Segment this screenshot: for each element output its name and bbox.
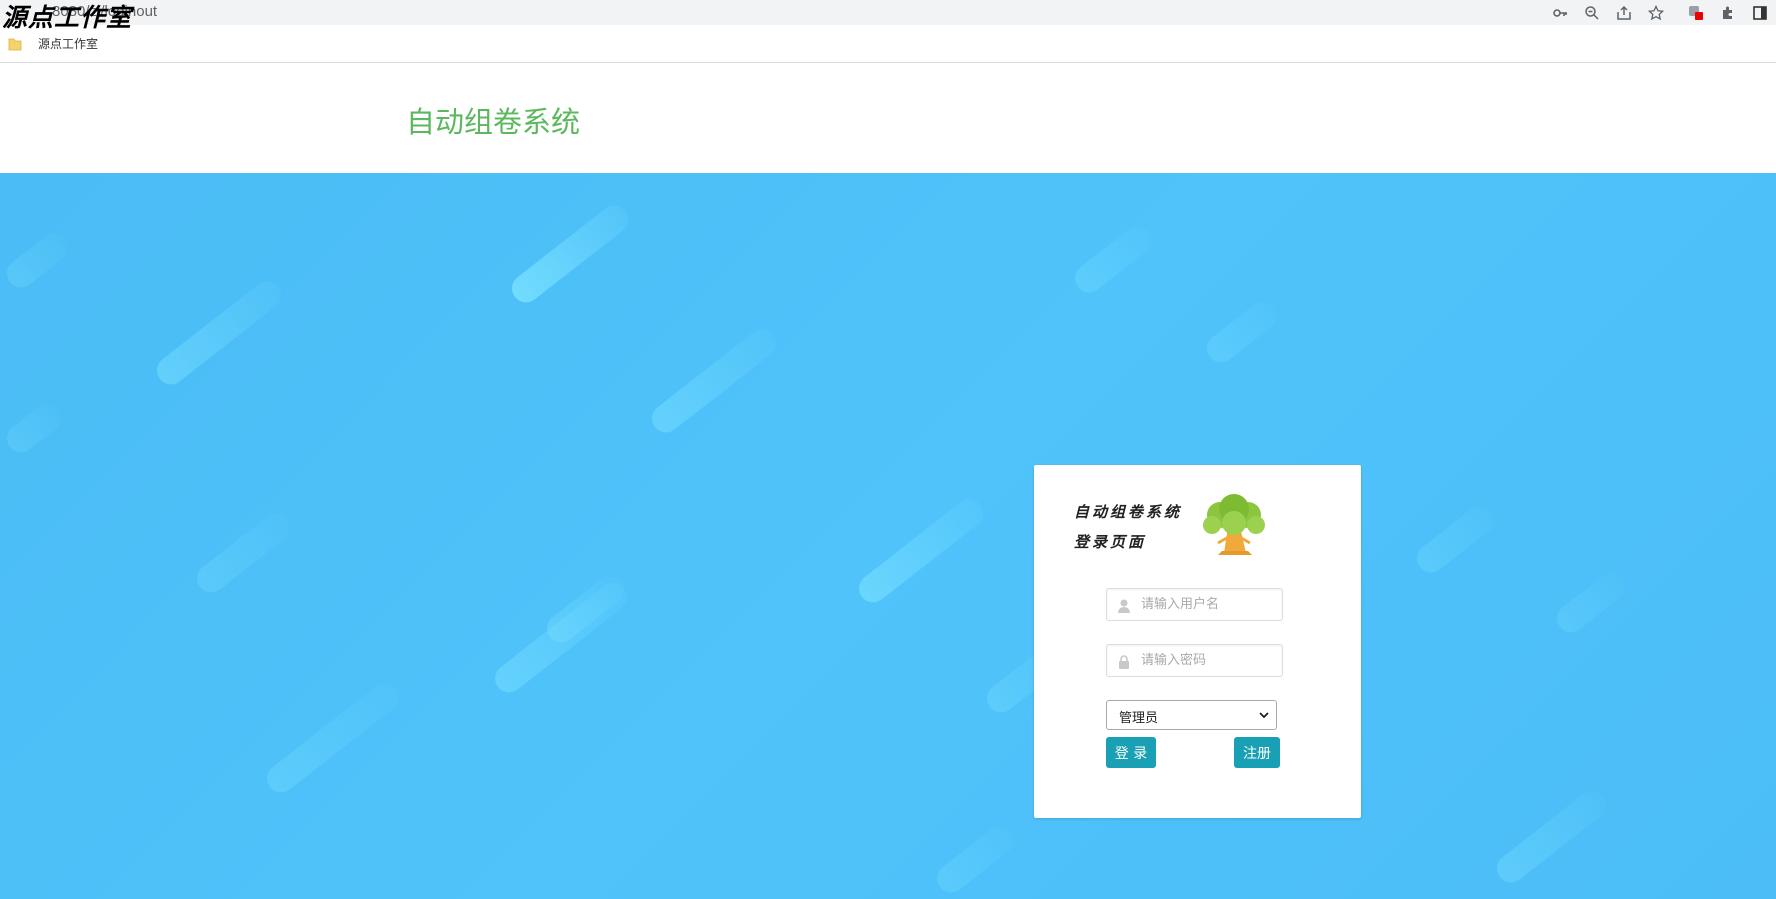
password-input[interactable] [1139, 645, 1279, 676]
bookmark-item[interactable]: 源点工作室 [8, 35, 98, 52]
bookmark-bar: 源点工作室 [0, 25, 1776, 63]
decor-streak [506, 199, 634, 309]
decor-streak [931, 820, 1020, 899]
logo-line-2: 登录页面 [1074, 533, 1147, 551]
login-button[interactable]: 登 录 [1106, 737, 1156, 768]
site-header: 自动组卷系统 [0, 63, 1776, 173]
folder-icon [8, 38, 22, 50]
decor-streak [1069, 220, 1158, 299]
bookmark-label: 源点工作室 [38, 37, 99, 51]
decor-streak [1411, 500, 1500, 579]
decor-streak [853, 493, 989, 609]
sidebar-icon[interactable] [1748, 1, 1772, 25]
password-field [1106, 644, 1283, 677]
chevron-down-icon [1259, 712, 1269, 719]
login-background [0, 173, 1776, 899]
decor-streak [1, 227, 74, 294]
tree-icon [1203, 494, 1265, 555]
decor-streak [1551, 566, 1632, 639]
decor-streak [1491, 785, 1612, 889]
decor-streak [646, 323, 782, 439]
browser-address-bar: 8080/zj/loginout [0, 0, 1776, 25]
browser-toolbar-icons [1544, 0, 1776, 25]
role-select-value: 管理员 [1119, 711, 1159, 726]
logo-text: 自动组卷系统 登录页面 [1074, 497, 1182, 557]
key-icon[interactable] [1548, 1, 1572, 25]
decor-streak [191, 508, 296, 599]
site-title: 自动组卷系统 [406, 105, 581, 139]
lock-icon [1119, 655, 1129, 669]
register-button[interactable]: 注册 [1234, 737, 1280, 768]
username-input[interactable] [1139, 589, 1279, 620]
zoom-out-icon[interactable] [1580, 1, 1604, 25]
star-icon[interactable] [1644, 1, 1668, 25]
decor-streak [151, 275, 287, 391]
logo-line-1: 自动组卷系统 [1074, 503, 1183, 521]
share-icon[interactable] [1612, 1, 1636, 25]
extensions-icon[interactable] [1716, 1, 1740, 25]
login-logo: 自动组卷系统 登录页面 [1074, 493, 1274, 563]
decor-streak [1201, 296, 1282, 369]
decor-streak [1, 399, 66, 459]
login-card: 自动组卷系统 登录页面 管理员 [1034, 465, 1361, 818]
decor-streak [261, 677, 405, 799]
profile-icon[interactable] [1684, 1, 1708, 25]
role-select[interactable]: 管理员 [1106, 700, 1277, 730]
watermark-text: 源点工作室 [2, 3, 133, 32]
user-icon [1118, 599, 1130, 613]
username-field [1106, 588, 1283, 621]
